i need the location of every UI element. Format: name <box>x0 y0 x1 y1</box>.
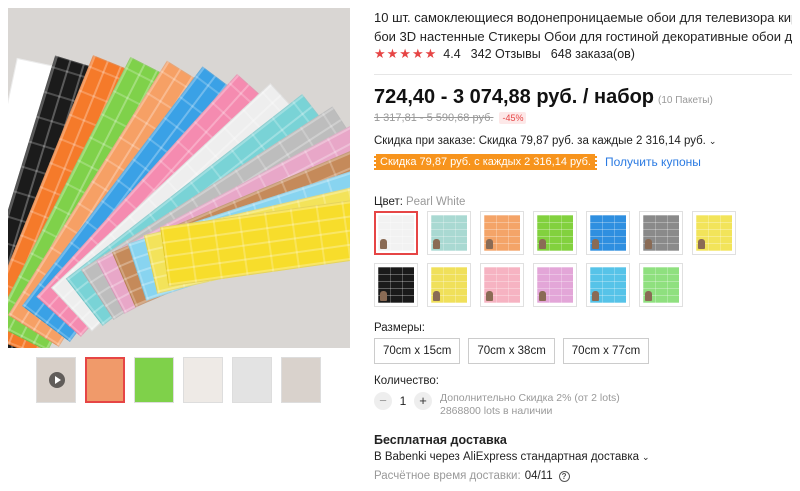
star-rating-icon: ★★★★★ <box>374 46 438 61</box>
color-swatch[interactable] <box>639 263 683 307</box>
quantity-label: Количество: <box>374 375 439 387</box>
color-swatch[interactable] <box>692 211 736 255</box>
color-swatch[interactable] <box>374 211 418 255</box>
quantity-stepper: − 1 + Дополнительно Скидка 2% (от 2 lots… <box>374 392 620 418</box>
swatch-image <box>537 267 573 303</box>
stock-text: 2868800 lots в наличии <box>440 405 553 417</box>
old-price-row: 1 317,81 - 5 590,68 руб. -45% <box>374 112 527 124</box>
color-swatch[interactable] <box>586 263 630 307</box>
increase-quantity-button[interactable]: + <box>414 392 432 410</box>
pack-count: (10 Пакеты) <box>658 95 713 106</box>
color-swatch[interactable] <box>533 211 577 255</box>
color-swatch-grid <box>374 211 754 311</box>
thumb-colors[interactable] <box>85 357 125 403</box>
size-option-button[interactable]: 70cm x 38cm <box>468 338 555 364</box>
swatch-image <box>696 215 732 251</box>
color-swatch[interactable] <box>639 211 683 255</box>
thumb-wall[interactable] <box>232 357 272 403</box>
delivery-estimate: Расчётное время доставки: 04/11 ? <box>374 470 570 482</box>
coupon-row: Скидка 79,87 руб. с каждых 2 316,14 руб.… <box>373 154 701 170</box>
swatch-image <box>590 267 626 303</box>
color-swatch[interactable] <box>374 263 418 307</box>
selected-color-value: Pearl White <box>405 196 466 208</box>
order-discount-text: Скидка при заказе: Скидка 79,87 руб. за … <box>374 135 706 147</box>
thumb-white-panel[interactable] <box>183 357 223 403</box>
help-icon[interactable]: ? <box>558 470 570 482</box>
price-row: 724,40 - 3 074,88 руб. / набор (10 Пакет… <box>374 86 713 109</box>
chevron-down-icon: ⌄ <box>708 136 717 146</box>
thumb-video[interactable] <box>36 357 76 403</box>
play-icon <box>49 372 65 388</box>
color-label-text: Цвет: <box>374 196 403 208</box>
size-options: 70cm x 15cm 70cm x 38cm 70cm x 77cm <box>374 338 657 364</box>
reviews-link[interactable]: 342 Отзывы <box>471 47 541 61</box>
swatch-image <box>378 215 414 251</box>
color-swatch[interactable] <box>533 263 577 307</box>
color-swatch[interactable] <box>586 211 630 255</box>
size-label: Размеры: <box>374 322 425 334</box>
current-price: 724,40 - 3 074,88 руб. / набор <box>374 86 654 108</box>
product-title: 10 шт. самоклеющиеся водонепроницаемые о… <box>374 8 792 46</box>
swatch-image <box>590 215 626 251</box>
size-option-button[interactable]: 70cm x 77cm <box>562 338 650 364</box>
swatch-image <box>431 215 467 251</box>
discount-badge: -45% <box>499 112 527 124</box>
color-swatch[interactable] <box>427 263 471 307</box>
divider <box>374 74 792 75</box>
color-label: Цвет: Pearl White <box>374 196 465 208</box>
order-discount-dropdown[interactable]: Скидка при заказе: Скидка 79,87 руб. за … <box>374 135 716 147</box>
color-swatch[interactable] <box>480 263 524 307</box>
product-title-line: 10 шт. самоклеющиеся водонепроницаемые о… <box>374 10 792 25</box>
get-coupons-link[interactable]: Получить купоны <box>605 155 701 169</box>
shipping-title: Бесплатная доставка <box>374 433 507 447</box>
orders-count: 648 заказа(ов) <box>550 47 635 61</box>
rating-row: ★★★★★ 4.4 342 Отзывы 648 заказа(ов) <box>374 46 635 62</box>
shipping-route-dropdown[interactable]: В Babenki через AliExpress стандартная д… <box>374 451 650 463</box>
thumb-details[interactable] <box>281 357 321 403</box>
size-option-button[interactable]: 70cm x 15cm <box>374 338 461 364</box>
swatch-image <box>378 267 414 303</box>
swatch-image <box>643 215 679 251</box>
color-swatch[interactable] <box>480 211 524 255</box>
rating-score: 4.4 <box>443 47 461 61</box>
swatch-image <box>431 267 467 303</box>
shipping-route-text: В Babenki через AliExpress стандартная д… <box>374 451 640 463</box>
delivery-label: Расчётное время доставки: <box>374 470 521 482</box>
color-swatch[interactable] <box>427 211 471 255</box>
decrease-quantity-button[interactable]: − <box>374 392 392 410</box>
original-price: 1 317,81 - 5 590,68 руб. <box>374 112 494 124</box>
main-product-image[interactable] <box>8 8 350 348</box>
extra-discount-text: Дополнительно Скидка 2% (от 2 lots) <box>440 392 620 404</box>
delivery-date: 04/11 <box>524 470 553 482</box>
coupon-badge: Скидка 79,87 руб. с каждых 2 316,14 руб. <box>373 154 598 170</box>
swatch-image <box>484 267 520 303</box>
chevron-down-icon: ⌄ <box>642 452 650 462</box>
swatch-image <box>643 267 679 303</box>
quantity-value[interactable]: 1 <box>392 392 414 410</box>
swatch-image <box>484 215 520 251</box>
swatch-image <box>537 215 573 251</box>
quantity-info: Дополнительно Скидка 2% (от 2 lots) 2868… <box>440 392 620 418</box>
thumb-green-panel[interactable] <box>134 357 174 403</box>
product-title-line: бои 3D настенные Стикеры Обои для гостин… <box>374 29 792 44</box>
